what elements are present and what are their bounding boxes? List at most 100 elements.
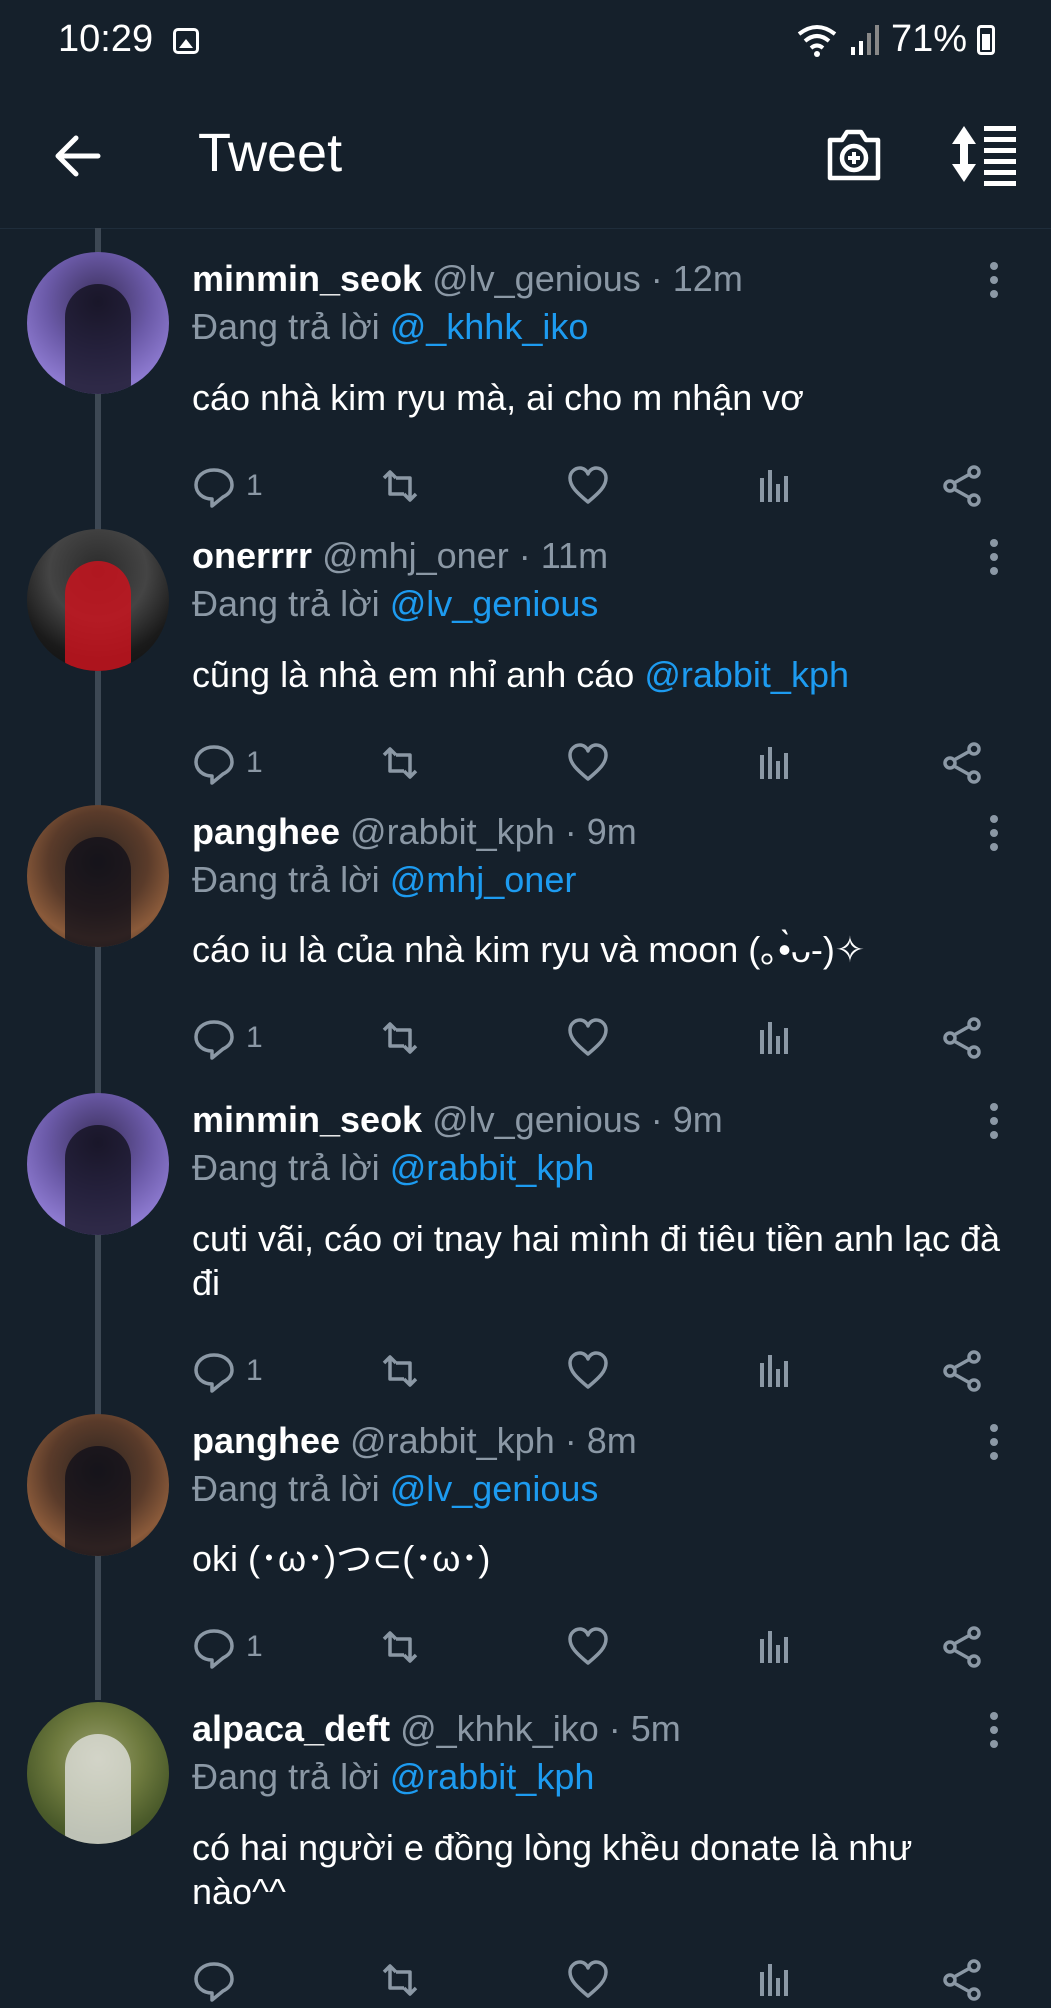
analytics-button[interactable]: [752, 1625, 796, 1669]
more-options-icon[interactable]: [984, 537, 1004, 577]
analytics-icon: [760, 1631, 788, 1663]
like-button[interactable]: [566, 1958, 610, 2002]
tweet-text: cáo iu là của nhà kim ryu và moon (｡•̀ᴗ-…: [192, 928, 1012, 972]
reply-button[interactable]: 1: [192, 741, 263, 785]
replying-to: Đang trả lời @rabbit_kph: [192, 1756, 594, 1798]
share-button[interactable]: [940, 1349, 984, 1393]
avatar-figure: [65, 1125, 131, 1235]
tweet-time: · 9m: [650, 1099, 723, 1140]
reply-button[interactable]: 1: [192, 464, 263, 508]
avatar[interactable]: [27, 1093, 169, 1235]
retweet-icon: [382, 1631, 418, 1663]
share-button[interactable]: [940, 1016, 984, 1060]
share-button[interactable]: [940, 464, 984, 508]
more-options-icon[interactable]: [984, 260, 1004, 300]
replying-to-mention[interactable]: @rabbit_kph: [390, 1756, 595, 1797]
replying-to: Đang trả lời @mhj_oner: [192, 859, 576, 901]
battery-percent: 71%: [890, 18, 967, 60]
like-icon: [568, 1960, 608, 1998]
replying-to-mention[interactable]: @_khhk_iko: [390, 306, 589, 347]
retweet-button[interactable]: [378, 464, 422, 508]
analytics-button[interactable]: [752, 741, 796, 785]
tweet-header: minmin_seok @lv_genious · 12m: [192, 258, 743, 300]
like-icon: [568, 1351, 608, 1389]
avatar-figure: [65, 561, 131, 671]
replying-to-label: Đang trả lời: [192, 1756, 380, 1797]
tweet-text-body: cáo iu là của nhà kim ryu và moon (｡•̀ᴗ-…: [192, 929, 866, 970]
replying-to-label: Đang trả lời: [192, 306, 380, 347]
tweet-text: oki (･ω･)つ⊂(･ω･): [192, 1537, 1012, 1581]
camera-add-icon[interactable]: [822, 122, 886, 186]
avatar[interactable]: [27, 252, 169, 394]
reply-count: 1: [246, 1630, 263, 1663]
more-options-icon[interactable]: [984, 813, 1004, 853]
reply-count: 1: [246, 746, 263, 779]
display-name[interactable]: panghee: [192, 811, 340, 852]
more-options-icon[interactable]: [984, 1101, 1004, 1141]
tweet-header: panghee @rabbit_kph · 9m: [192, 811, 637, 853]
like-button[interactable]: [566, 1349, 610, 1393]
user-handle: @lv_genious: [432, 258, 641, 299]
more-options-icon[interactable]: [984, 1422, 1004, 1462]
replying-to-mention[interactable]: @lv_genious: [390, 583, 599, 624]
more-options-icon[interactable]: [984, 1710, 1004, 1750]
display-name[interactable]: panghee: [192, 1420, 340, 1461]
like-button[interactable]: [566, 741, 610, 785]
retweet-button[interactable]: [378, 741, 422, 785]
share-button[interactable]: [940, 1625, 984, 1669]
avatar[interactable]: [27, 529, 169, 671]
tweet-header: alpaca_deft @_khhk_iko · 5m: [192, 1708, 681, 1750]
like-icon: [568, 1627, 608, 1665]
avatar-figure: [65, 1734, 131, 1844]
display-name[interactable]: minmin_seok: [192, 1099, 422, 1140]
replying-to-label: Đang trả lời: [192, 859, 380, 900]
reply-button[interactable]: 1: [192, 1625, 263, 1669]
gallery-icon: [173, 28, 199, 54]
replying-to-label: Đang trả lời: [192, 1468, 380, 1509]
replying-to-mention[interactable]: @lv_genious: [390, 1468, 599, 1509]
retweet-icon: [382, 1964, 418, 1996]
user-handle: @rabbit_kph: [350, 811, 555, 852]
share-icon: [943, 1959, 981, 2001]
share-button[interactable]: [940, 741, 984, 785]
back-arrow-icon[interactable]: [50, 128, 106, 184]
reply-count: 1: [246, 1021, 263, 1054]
avatar[interactable]: [27, 1414, 169, 1556]
analytics-button[interactable]: [752, 1958, 796, 2002]
avatar[interactable]: [27, 1702, 169, 1844]
display-name[interactable]: onerrrr: [192, 535, 312, 576]
tweet-mention[interactable]: @rabbit_kph: [644, 654, 849, 695]
tweet-text-body: cuti vãi, cáo ơi tnay hai mình đi tiêu t…: [192, 1218, 1001, 1303]
display-name[interactable]: alpaca_deft: [192, 1708, 390, 1749]
replying-to-mention[interactable]: @rabbit_kph: [390, 1147, 595, 1188]
sort-replies-icon[interactable]: [950, 122, 1018, 186]
share-button[interactable]: [940, 1958, 984, 2002]
retweet-button[interactable]: [378, 1958, 422, 2002]
replying-to: Đang trả lời @lv_genious: [192, 1468, 598, 1510]
reply-button[interactable]: 1: [192, 1016, 263, 1060]
avatar-figure: [65, 837, 131, 947]
replying-to-mention[interactable]: @mhj_oner: [390, 859, 577, 900]
analytics-icon: [760, 1964, 788, 1996]
avatar[interactable]: [27, 805, 169, 947]
tweet-header: onerrrr @mhj_oner · 11m: [192, 535, 608, 577]
like-button[interactable]: [566, 464, 610, 508]
share-icon: [943, 1350, 981, 1392]
tweet-time: · 9m: [564, 811, 637, 852]
user-handle: @lv_genious: [432, 1099, 641, 1140]
display-name[interactable]: minmin_seok: [192, 258, 422, 299]
analytics-button[interactable]: [752, 1349, 796, 1393]
like-button[interactable]: [566, 1016, 610, 1060]
retweet-button[interactable]: [378, 1016, 422, 1060]
tweet-actions: 1: [192, 1625, 992, 1675]
like-button[interactable]: [566, 1625, 610, 1669]
retweet-icon: [382, 1022, 418, 1054]
like-icon: [568, 466, 608, 504]
analytics-button[interactable]: [752, 464, 796, 508]
reply-button[interactable]: 1: [192, 1349, 263, 1393]
reply-button[interactable]: [192, 1958, 246, 2002]
tweet-time: · 12m: [650, 258, 743, 299]
retweet-button[interactable]: [378, 1625, 422, 1669]
retweet-button[interactable]: [378, 1349, 422, 1393]
analytics-button[interactable]: [752, 1016, 796, 1060]
